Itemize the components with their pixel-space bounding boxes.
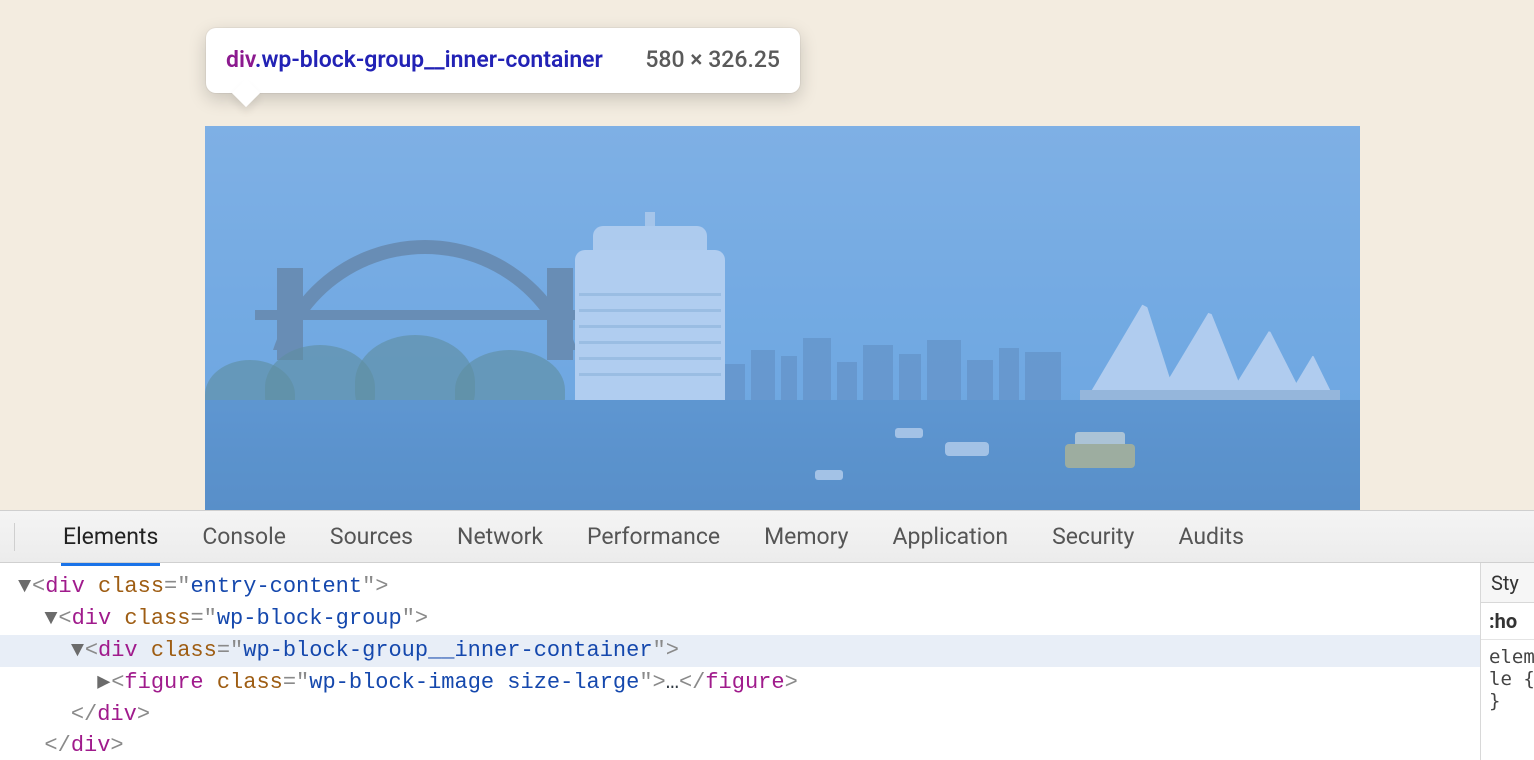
scene-boat — [895, 428, 923, 438]
scene-boat — [815, 470, 843, 480]
scene-boat — [945, 442, 989, 456]
tab-audits[interactable]: Audits — [1178, 521, 1244, 552]
tab-security[interactable]: Security — [1052, 521, 1134, 552]
dom-tree[interactable]: ▼<div class="entry-content"> ▼<div class… — [0, 563, 1480, 760]
element-inspect-tooltip: 580 × 326.25 div.wp-block-group__inner-c… — [206, 28, 800, 93]
tooltip-dimensions: 580 × 326.25 — [645, 44, 780, 75]
tab-memory[interactable]: Memory — [764, 521, 848, 552]
tooltip-selector-tag: div — [226, 46, 255, 73]
tabbar-separator — [14, 523, 15, 551]
styles-rule[interactable]: elem le { } — [1481, 640, 1534, 718]
tab-application[interactable]: Application — [893, 521, 1009, 552]
tooltip-selector-class: .wp-block-group__inner-container — [255, 46, 603, 73]
dom-node[interactable]: ▼<div class="entry-content"> — [0, 571, 1480, 603]
styles-header[interactable]: Sty — [1481, 563, 1534, 603]
tab-sources[interactable]: Sources — [330, 521, 413, 552]
dom-node-selected[interactable]: ▼<div class="wp-block-group__inner-conta… — [0, 635, 1480, 667]
devtools-body: ▼<div class="entry-content"> ▼<div class… — [0, 563, 1534, 760]
scene-opera-house — [1080, 290, 1340, 410]
page-viewport: 580 × 326.25 div.wp-block-group__inner-c… — [0, 0, 1534, 510]
inspected-element-highlight — [205, 126, 1360, 510]
dom-node-close[interactable]: </div> — [0, 699, 1480, 731]
tab-performance[interactable]: Performance — [587, 521, 720, 552]
tab-network[interactable]: Network — [457, 521, 543, 552]
dom-node[interactable]: ▶<figure class="wp-block-image size-larg… — [0, 667, 1480, 699]
tab-console[interactable]: Console — [202, 521, 286, 552]
devtools-tabbar: Elements Console Sources Network Perform… — [0, 511, 1534, 563]
scene-water — [205, 400, 1360, 510]
styles-hover-chip[interactable]: :ho — [1481, 603, 1534, 640]
dom-node[interactable]: ▼<div class="wp-block-group"> — [0, 603, 1480, 635]
devtools-panel: Elements Console Sources Network Perform… — [0, 510, 1534, 760]
tab-elements[interactable]: Elements — [63, 521, 158, 552]
dom-node-close[interactable]: </div> — [0, 730, 1480, 760]
scene-ferry — [1065, 444, 1135, 468]
styles-pane: Sty :ho elem le { } — [1480, 563, 1534, 760]
